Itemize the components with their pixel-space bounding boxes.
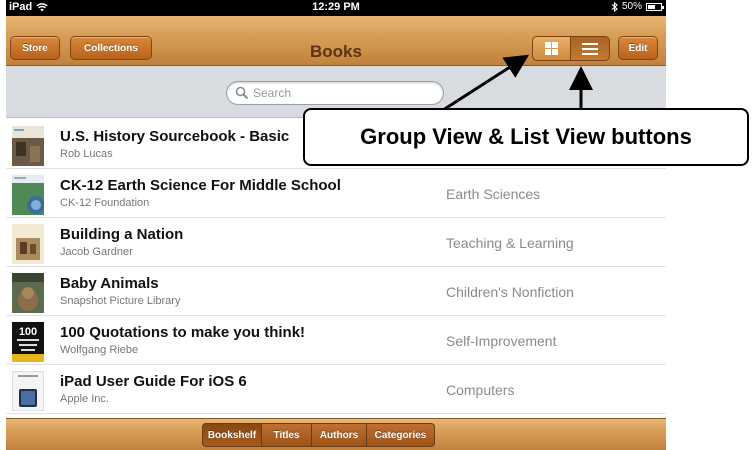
grid-icon [545, 42, 558, 55]
status-right: 50% [611, 1, 664, 12]
tab-bookshelf[interactable]: Bookshelf [202, 423, 262, 447]
tab-authors[interactable]: Authors [312, 423, 367, 447]
book-author: CK-12 Foundation [60, 197, 150, 209]
svg-text:100: 100 [19, 326, 37, 338]
status-bar: iPad 12:29 PM 50% [6, 0, 666, 16]
book-row[interactable]: Building a Nation Jacob Gardner Teaching… [6, 218, 666, 267]
search-icon [235, 86, 249, 100]
book-title: U.S. History Sourcebook - Basic [60, 128, 290, 145]
book-cover [12, 126, 44, 166]
status-time: 12:29 PM [312, 1, 360, 13]
book-category: Earth Sciences [446, 186, 541, 202]
book-cover [12, 371, 44, 411]
ipad-screen: iPad 12:29 PM 50% Store Collections Edit… [6, 0, 666, 450]
search-placeholder: Search [253, 86, 292, 100]
book-cover [12, 224, 44, 264]
list-view-button[interactable] [571, 36, 610, 61]
book-author: Wolfgang Riebe [60, 344, 139, 356]
bluetooth-icon [611, 1, 618, 12]
book-row[interactable]: iPad User Guide For iOS 6 Apple Inc. Com… [6, 365, 666, 414]
annotation-text: Group View & List View buttons [360, 124, 692, 149]
battery-icon [646, 2, 664, 11]
book-cover: 100 [12, 322, 44, 362]
book-title: Baby Animals [60, 275, 159, 292]
book-title: Building a Nation [60, 226, 184, 243]
battery-percent: 50% [621, 1, 642, 12]
annotation-callout: Group View & List View buttons [303, 108, 749, 166]
book-category: Children's Nonfiction [446, 284, 574, 300]
book-category: Self-Improvement [446, 333, 557, 349]
group-view-button[interactable] [532, 36, 571, 61]
list-icon [582, 42, 598, 55]
book-author: Snapshot Picture Library [60, 295, 181, 307]
book-author: Rob Lucas [60, 148, 113, 160]
view-toggle [532, 36, 610, 61]
book-cover [12, 175, 44, 215]
book-title: iPad User Guide For iOS 6 [60, 373, 247, 390]
book-row[interactable]: Baby Animals Snapshot Picture Library Ch… [6, 267, 666, 316]
book-title: 100 Quotations to make you think! [60, 324, 306, 341]
search-input[interactable]: Search [226, 81, 444, 105]
book-author: Apple Inc. [60, 393, 109, 405]
book-row[interactable]: CK-12 Earth Science For Middle School CK… [6, 169, 666, 218]
sort-segmented-control: Bookshelf Titles Authors Categories [202, 423, 435, 447]
book-category: Computers [446, 382, 515, 398]
book-author: Jacob Gardner [60, 246, 133, 258]
tab-categories[interactable]: Categories [367, 423, 435, 447]
book-title: CK-12 Earth Science For Middle School [60, 177, 341, 194]
book-cover [12, 273, 44, 313]
tab-titles[interactable]: Titles [262, 423, 312, 447]
bottom-toolbar: Bookshelf Titles Authors Categories [6, 418, 666, 450]
book-category: Teaching & Learning [446, 235, 574, 251]
book-row[interactable]: 100 100 Quotations to make you think! Wo… [6, 316, 666, 365]
